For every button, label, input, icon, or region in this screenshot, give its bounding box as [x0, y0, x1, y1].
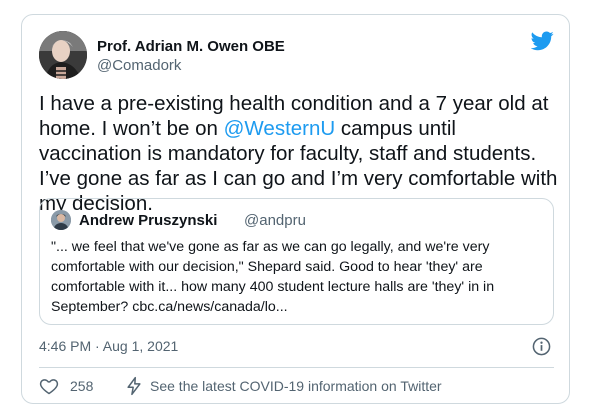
- mention-link[interactable]: @WesternU: [224, 117, 336, 140]
- info-icon[interactable]: [532, 337, 551, 356]
- like-count[interactable]: 258: [70, 378, 93, 394]
- author-avatar[interactable]: [39, 31, 87, 79]
- tweet-timestamp[interactable]: 4:46 PM · Aug 1, 2021: [39, 338, 178, 354]
- lightning-bolt-icon[interactable]: [124, 376, 144, 396]
- quoted-tweet-text: "... we feel that we've gone as far as w…: [51, 239, 495, 315]
- heart-icon[interactable]: [39, 376, 59, 396]
- author-handle[interactable]: @Comadork: [97, 57, 181, 74]
- quoted-author-handle[interactable]: @andpru: [244, 212, 306, 229]
- tweet-card[interactable]: Prof. Adrian M. Owen OBE @Comadork I hav…: [21, 14, 570, 404]
- covid-info-link[interactable]: See the latest COVID-19 information on T…: [150, 378, 442, 394]
- twitter-bird-icon[interactable]: [530, 31, 554, 51]
- quoted-author-name[interactable]: Andrew Pruszynski: [79, 212, 217, 229]
- quoted-tweet[interactable]: Andrew Pruszynski @andpru "... we feel t…: [39, 198, 554, 325]
- author-display-name[interactable]: Prof. Adrian M. Owen OBE: [97, 38, 285, 55]
- quoted-author-avatar[interactable]: [51, 210, 71, 230]
- divider: [39, 367, 554, 368]
